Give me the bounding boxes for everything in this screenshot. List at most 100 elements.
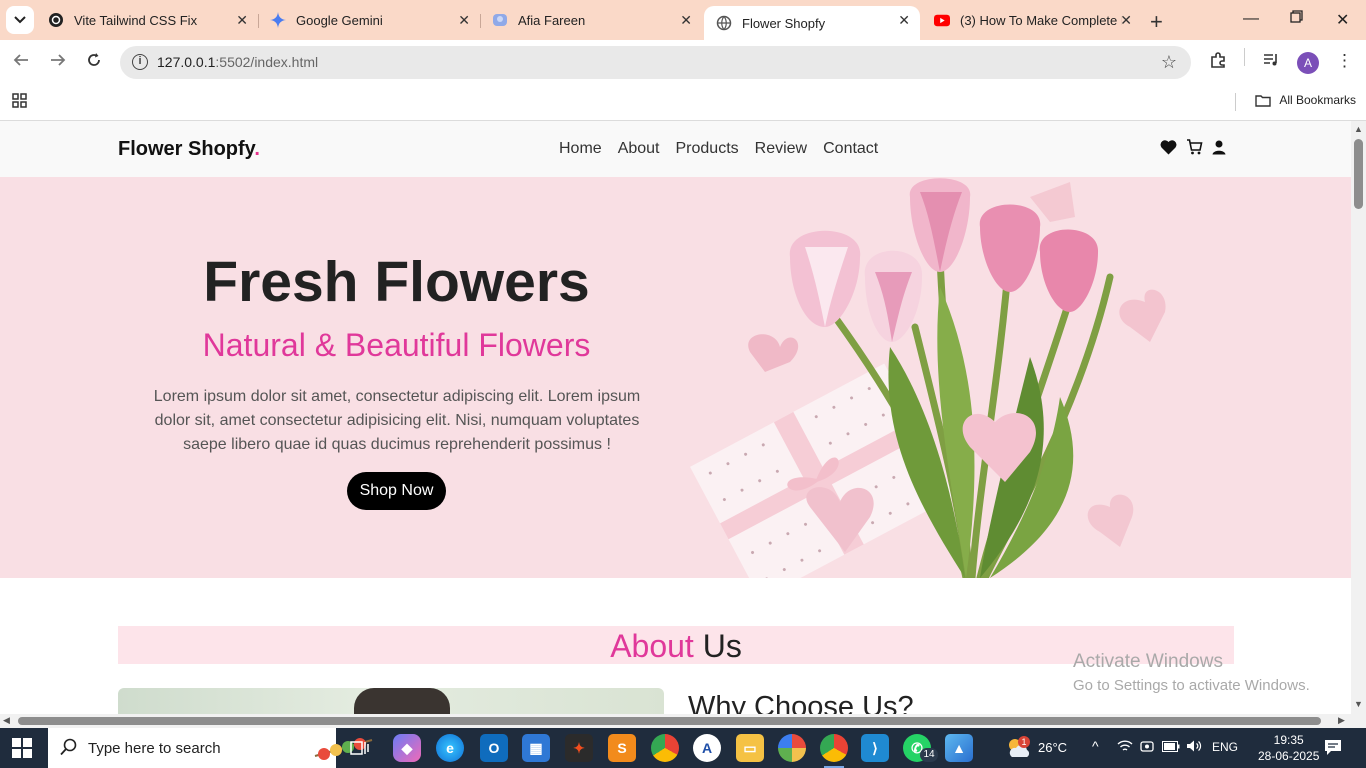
hero-title: Fresh Flowers: [203, 250, 590, 314]
paint-icon[interactable]: ▲: [945, 734, 973, 762]
about-heading-rest: Us: [693, 628, 742, 664]
close-icon[interactable]: ✕: [458, 12, 470, 29]
app-icon[interactable]: A: [693, 734, 721, 762]
forward-icon[interactable]: [50, 52, 66, 73]
restore-icon[interactable]: [1290, 10, 1303, 28]
menu-kebab-icon[interactable]: ⋮: [1336, 51, 1353, 71]
horizontal-scrollbar[interactable]: ◀ ▶: [0, 714, 1351, 728]
edge-icon[interactable]: e: [436, 734, 464, 762]
header-icons: [1160, 139, 1226, 155]
taskbar-search-box[interactable]: Type here to search: [48, 728, 373, 768]
globe-icon: [716, 15, 732, 31]
close-icon[interactable]: ✕: [680, 12, 692, 29]
vertical-scroll-thumb[interactable]: [1354, 139, 1363, 209]
windows-start-icon[interactable]: [12, 738, 32, 763]
all-bookmarks-button[interactable]: All Bookmarks: [1255, 93, 1356, 107]
about-image: [118, 688, 664, 714]
store-icon[interactable]: ▦: [522, 734, 550, 762]
notifications-icon[interactable]: [1324, 739, 1342, 759]
close-window-icon[interactable]: ✕: [1336, 10, 1349, 30]
apps-grid-icon[interactable]: [12, 93, 27, 113]
whatsapp-badge: 14: [920, 748, 938, 762]
watermark-title: Activate Windows: [1073, 651, 1223, 672]
address-bar[interactable]: i 127.0.0.1:5502/index.html ☆: [120, 46, 1191, 79]
search-placeholder: Type here to search: [88, 740, 221, 757]
tab-google-gemini[interactable]: Google Gemini ✕: [258, 6, 480, 34]
media-control-icon[interactable]: [1262, 51, 1280, 74]
scroll-right-arrow[interactable]: ▶: [1338, 715, 1345, 726]
extensions-icon[interactable]: [1209, 51, 1227, 74]
user-icon[interactable]: [1212, 140, 1226, 155]
vscode-icon[interactable]: ⟩: [861, 734, 889, 762]
tab-afia-fareen[interactable]: Afia Fareen ✕: [480, 6, 702, 34]
chevron-down-icon: [14, 16, 26, 24]
windows-taskbar: Type here to search ◆ e O ▦ ✦ S A ▭ ⟩ ✆ …: [0, 728, 1366, 768]
activate-windows-watermark: Activate Windows Go to Settings to activ…: [1073, 651, 1310, 694]
hero-subtitle: Natural & Beautiful Flowers: [202, 327, 591, 363]
camera-privacy-icon[interactable]: [1140, 739, 1154, 756]
site-logo[interactable]: Flower Shopfy.: [118, 138, 260, 161]
nav-home[interactable]: Home: [559, 140, 602, 158]
browser-tab-strip: Vite Tailwind CSS Fix ✕ Google Gemini ✕ …: [0, 0, 1366, 40]
tab-flower-shopfy[interactable]: Flower Shopfy ✕: [704, 6, 920, 40]
nav-contact[interactable]: Contact: [823, 140, 878, 158]
site-header: Flower Shopfy. Home About Products Revie…: [0, 121, 1351, 177]
nav-review[interactable]: Review: [755, 140, 807, 158]
weather-temperature[interactable]: 26°C: [1038, 740, 1067, 755]
cart-icon[interactable]: [1186, 139, 1203, 155]
photos-icon[interactable]: [778, 734, 806, 762]
folder-icon: [1255, 94, 1272, 107]
hero-section: Fresh Flowers Natural & Beautiful Flower…: [0, 177, 1351, 578]
weather-badge: 1: [1018, 736, 1030, 748]
minimize-icon[interactable]: —: [1243, 10, 1259, 28]
avatar[interactable]: A: [1297, 52, 1319, 74]
scroll-down-arrow[interactable]: ▼: [1354, 699, 1363, 709]
close-icon[interactable]: ✕: [236, 12, 248, 29]
scroll-left-arrow[interactable]: ◀: [3, 715, 10, 726]
about-heading-accent: About: [610, 628, 694, 664]
outlook-icon[interactable]: O: [480, 734, 508, 762]
taskbar-clock[interactable]: 19:35 28-06-2025: [1258, 732, 1319, 764]
url-path: :5502/index.html: [215, 54, 319, 70]
close-icon[interactable]: ✕: [1120, 12, 1132, 29]
chrome-profile-icon[interactable]: [820, 734, 848, 768]
close-icon[interactable]: ✕: [898, 12, 910, 29]
youtube-icon: [934, 12, 950, 28]
new-tab-button[interactable]: +: [1150, 9, 1163, 35]
tab-youtube[interactable]: (3) How To Make Complete E ✕: [922, 6, 1142, 34]
battery-icon[interactable]: [1162, 740, 1180, 755]
reload-icon[interactable]: [86, 52, 102, 73]
about-image-person: [354, 688, 450, 714]
about-heading: About Us: [118, 626, 1234, 664]
bookmark-star-icon[interactable]: ☆: [1161, 52, 1177, 73]
page-viewport: Flower Shopfy. Home About Products Revie…: [0, 121, 1351, 714]
site-info-icon[interactable]: i: [132, 54, 148, 70]
tab-search-button[interactable]: [6, 6, 34, 34]
back-icon[interactable]: [13, 52, 29, 73]
logo-dot: .: [254, 138, 260, 160]
tray-chevron-up-icon[interactable]: ^: [1092, 738, 1099, 754]
horizontal-scroll-thumb[interactable]: [18, 717, 1321, 725]
url-text: 127.0.0.1:5502/index.html: [157, 54, 318, 70]
tab-title: Vite Tailwind CSS Fix: [74, 12, 198, 28]
task-view-icon[interactable]: [346, 734, 374, 762]
profile-icon: [492, 12, 508, 28]
bookmarks-bar: All Bookmarks: [0, 85, 1366, 121]
shop-now-button[interactable]: Shop Now: [347, 472, 446, 510]
volume-icon[interactable]: [1186, 739, 1202, 756]
language-indicator[interactable]: ENG: [1212, 740, 1238, 754]
figma-icon[interactable]: ✦: [565, 734, 593, 762]
scroll-up-arrow[interactable]: ▲: [1354, 124, 1363, 134]
clock-date: 28-06-2025: [1258, 749, 1320, 763]
network-icon[interactable]: [1117, 739, 1133, 756]
heart-icon[interactable]: [1160, 139, 1177, 155]
chrome-icon[interactable]: [651, 734, 679, 762]
copilot-icon[interactable]: ◆: [393, 734, 421, 762]
sublime-icon[interactable]: S: [608, 734, 636, 762]
vertical-scrollbar[interactable]: ▲ ▼: [1351, 121, 1366, 714]
file-explorer-icon[interactable]: ▭: [736, 734, 764, 762]
browser-toolbar: i 127.0.0.1:5502/index.html ☆ ⋮: [0, 40, 1366, 85]
tab-vite-tailwind[interactable]: Vite Tailwind CSS Fix ✕: [36, 6, 258, 34]
nav-about[interactable]: About: [618, 140, 660, 158]
nav-products[interactable]: Products: [676, 140, 739, 158]
